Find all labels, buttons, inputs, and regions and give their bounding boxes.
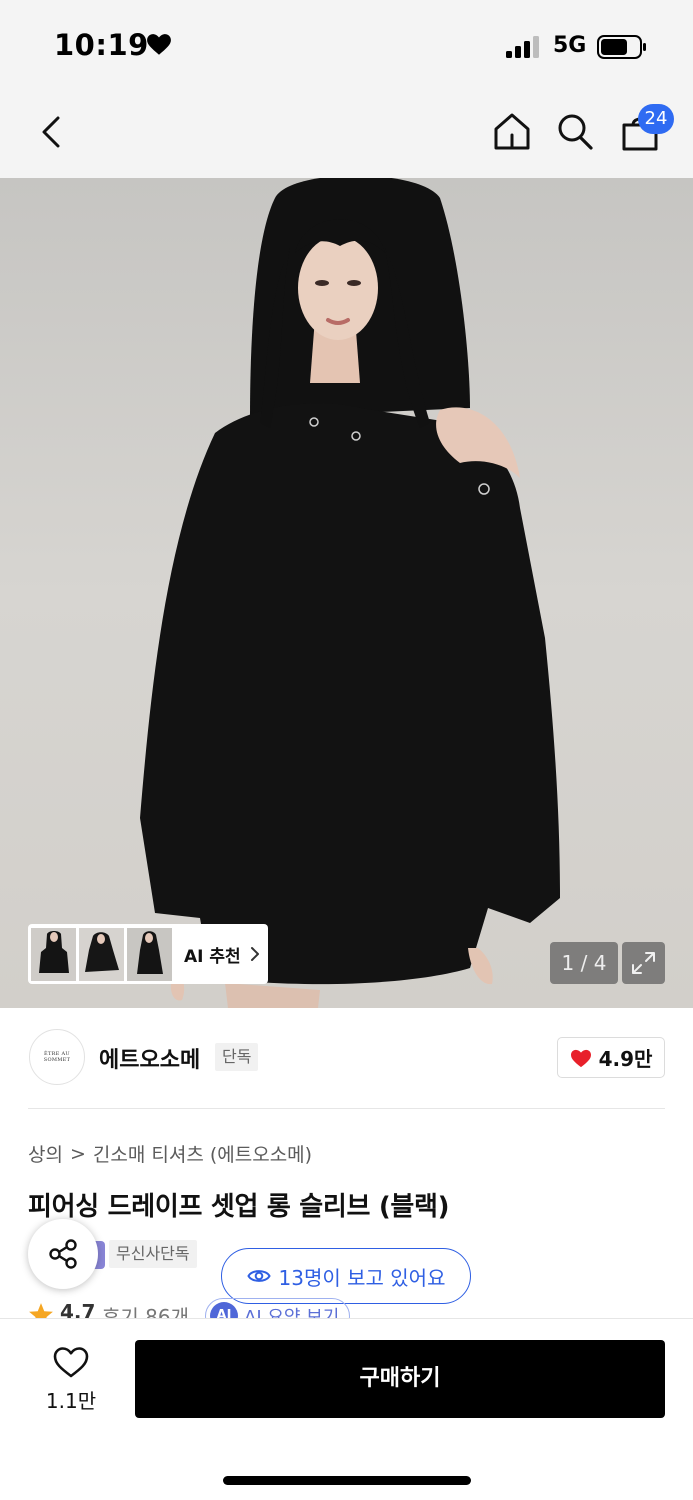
top-nav (0, 88, 693, 178)
product-photo (0, 178, 693, 1008)
cart-count-badge[interactable]: 24 (638, 104, 674, 134)
expand-button[interactable] (622, 942, 665, 984)
heart-icon (147, 34, 171, 55)
breadcrumb-separator: > (69, 1142, 86, 1165)
ai-recommend-strip[interactable]: AI 추천 (28, 924, 268, 984)
heart-icon (570, 1049, 591, 1067)
divider (28, 1108, 665, 1109)
product-title: 피어싱 드레이프 셋업 롱 슬리브 (블랙) (28, 1192, 450, 1222)
network-label: 5G (553, 33, 587, 58)
brand-logo-text: ÊTRE AU SOMMET (43, 1051, 71, 1063)
status-bar: 10:19 5G (0, 0, 693, 88)
chevron-right-icon (250, 947, 259, 961)
musinsa-exclusive-tag: 무신사단독 (109, 1240, 197, 1268)
thumbnail[interactable] (79, 927, 124, 981)
status-time: 10:19 (54, 28, 149, 62)
viewers-count-text: 13명이 보고 있어요 (278, 1265, 446, 1290)
signal-icon (506, 36, 539, 58)
share-icon (49, 1239, 77, 1269)
breadcrumb: 상의 > 긴소매 티셔츠 (에트오소메) (28, 1140, 312, 1167)
share-button[interactable] (28, 1219, 98, 1289)
breadcrumb-item[interactable]: 상의 (28, 1140, 63, 1167)
heart-outline-icon[interactable] (52, 1345, 90, 1379)
image-page-counter: 1 / 4 (550, 942, 618, 984)
search-icon[interactable] (555, 110, 595, 152)
viewers-count-pill[interactable]: 13명이 보고 있어요 (221, 1248, 471, 1304)
back-icon[interactable] (34, 110, 68, 154)
thumbnail[interactable] (127, 927, 172, 981)
brand-like-button[interactable]: 4.9만 (557, 1037, 665, 1078)
home-indicator[interactable] (223, 1476, 471, 1485)
wishlist-count: 1.1만 (45, 1389, 97, 1413)
home-icon[interactable] (491, 110, 533, 152)
brand-logo[interactable]: ÊTRE AU SOMMET (29, 1029, 85, 1085)
eye-icon (246, 1270, 271, 1282)
ai-recommend-label: AI 추천 (184, 946, 241, 967)
buy-button[interactable]: 구매하기 (135, 1340, 665, 1418)
battery-icon (597, 35, 646, 59)
expand-icon (632, 952, 655, 974)
thumbnail[interactable] (31, 927, 76, 981)
breadcrumb-item[interactable]: 긴소매 티셔츠 (에트오소메) (93, 1140, 312, 1167)
brand-like-count: 4.9만 (598, 1047, 653, 1071)
brand-exclusive-tag: 단독 (215, 1043, 259, 1071)
brand-name[interactable]: 에트오소메 (99, 1042, 200, 1074)
product-image[interactable] (0, 178, 693, 1008)
